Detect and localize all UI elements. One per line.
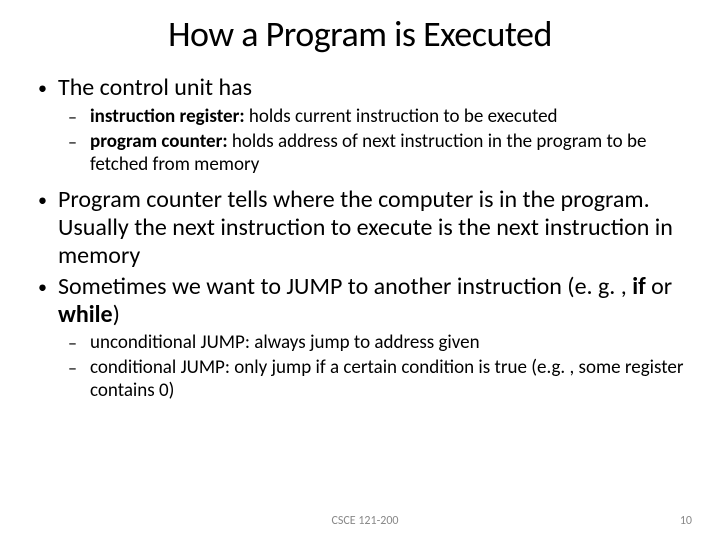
- dash-marker: –: [68, 357, 90, 403]
- bullet-text: unconditional JUMP: always jump to addre…: [90, 332, 700, 355]
- bullet-text: conditional JUMP: only jump if a certain…: [90, 357, 700, 403]
- bullet-marker: •: [30, 186, 58, 269]
- slide-footer: CSCE 121-200 10: [0, 514, 720, 528]
- course-code: CSCE 121-200: [291, 514, 398, 528]
- page-number: 10: [680, 514, 692, 528]
- text-fragment: or: [646, 272, 672, 301]
- term-bold: instruction register:: [90, 105, 245, 128]
- dash-marker: –: [68, 131, 90, 177]
- slide-content: • The control unit has – instruction reg…: [20, 74, 700, 403]
- bullet-level2: – instruction register: holds current in…: [68, 106, 700, 129]
- bullet-text: instruction register: holds current inst…: [90, 106, 700, 129]
- bullet-text: Program counter tells where the computer…: [58, 186, 700, 269]
- slide-title: How a Program is Executed: [20, 12, 700, 56]
- bullet-level2: – conditional JUMP: only jump if a certa…: [68, 357, 700, 403]
- dash-marker: –: [68, 106, 90, 129]
- text-fragment: ): [113, 300, 120, 329]
- bullet-level2: – program counter: holds address of next…: [68, 131, 700, 177]
- bullet-text: program counter: holds address of next i…: [90, 131, 700, 177]
- bullet-text: The control unit has: [58, 74, 700, 102]
- bullet-text: Sometimes we want to JUMP to another ins…: [58, 273, 700, 328]
- dash-marker: –: [68, 332, 90, 355]
- text-fragment: Sometimes we want to JUMP to another ins…: [58, 272, 632, 301]
- bullet-level1: • The control unit has: [30, 74, 700, 102]
- bullet-marker: •: [30, 273, 58, 328]
- bullet-marker: •: [30, 74, 58, 102]
- term-desc: holds current instruction to be executed: [245, 105, 558, 128]
- bullet-level2: – unconditional JUMP: always jump to add…: [68, 332, 700, 355]
- bullet-level1: • Program counter tells where the comput…: [30, 186, 700, 269]
- term-bold: program counter:: [90, 130, 228, 153]
- bullet-level1: • Sometimes we want to JUMP to another i…: [30, 273, 700, 328]
- keyword-bold: while: [58, 300, 113, 329]
- keyword-bold: if: [632, 272, 646, 301]
